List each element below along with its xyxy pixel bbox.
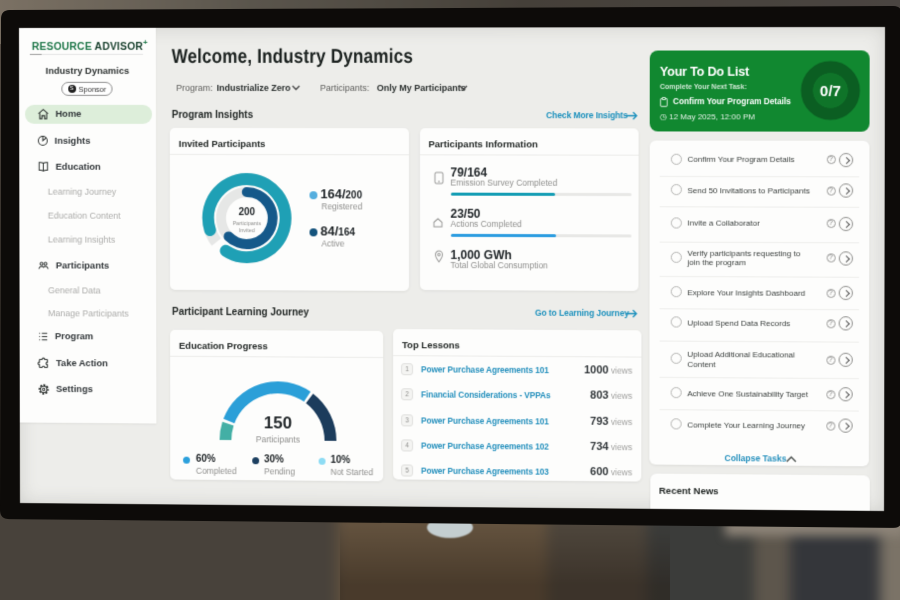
svg-text:0/7: 0/7 bbox=[820, 84, 841, 100]
svg-text:150: 150 bbox=[264, 413, 292, 432]
svg-text:Participants: Participants bbox=[256, 434, 300, 444]
svg-text:Invited: Invited bbox=[239, 228, 255, 234]
svg-text:200: 200 bbox=[239, 207, 256, 218]
svg-text:Participants: Participants bbox=[233, 221, 262, 227]
